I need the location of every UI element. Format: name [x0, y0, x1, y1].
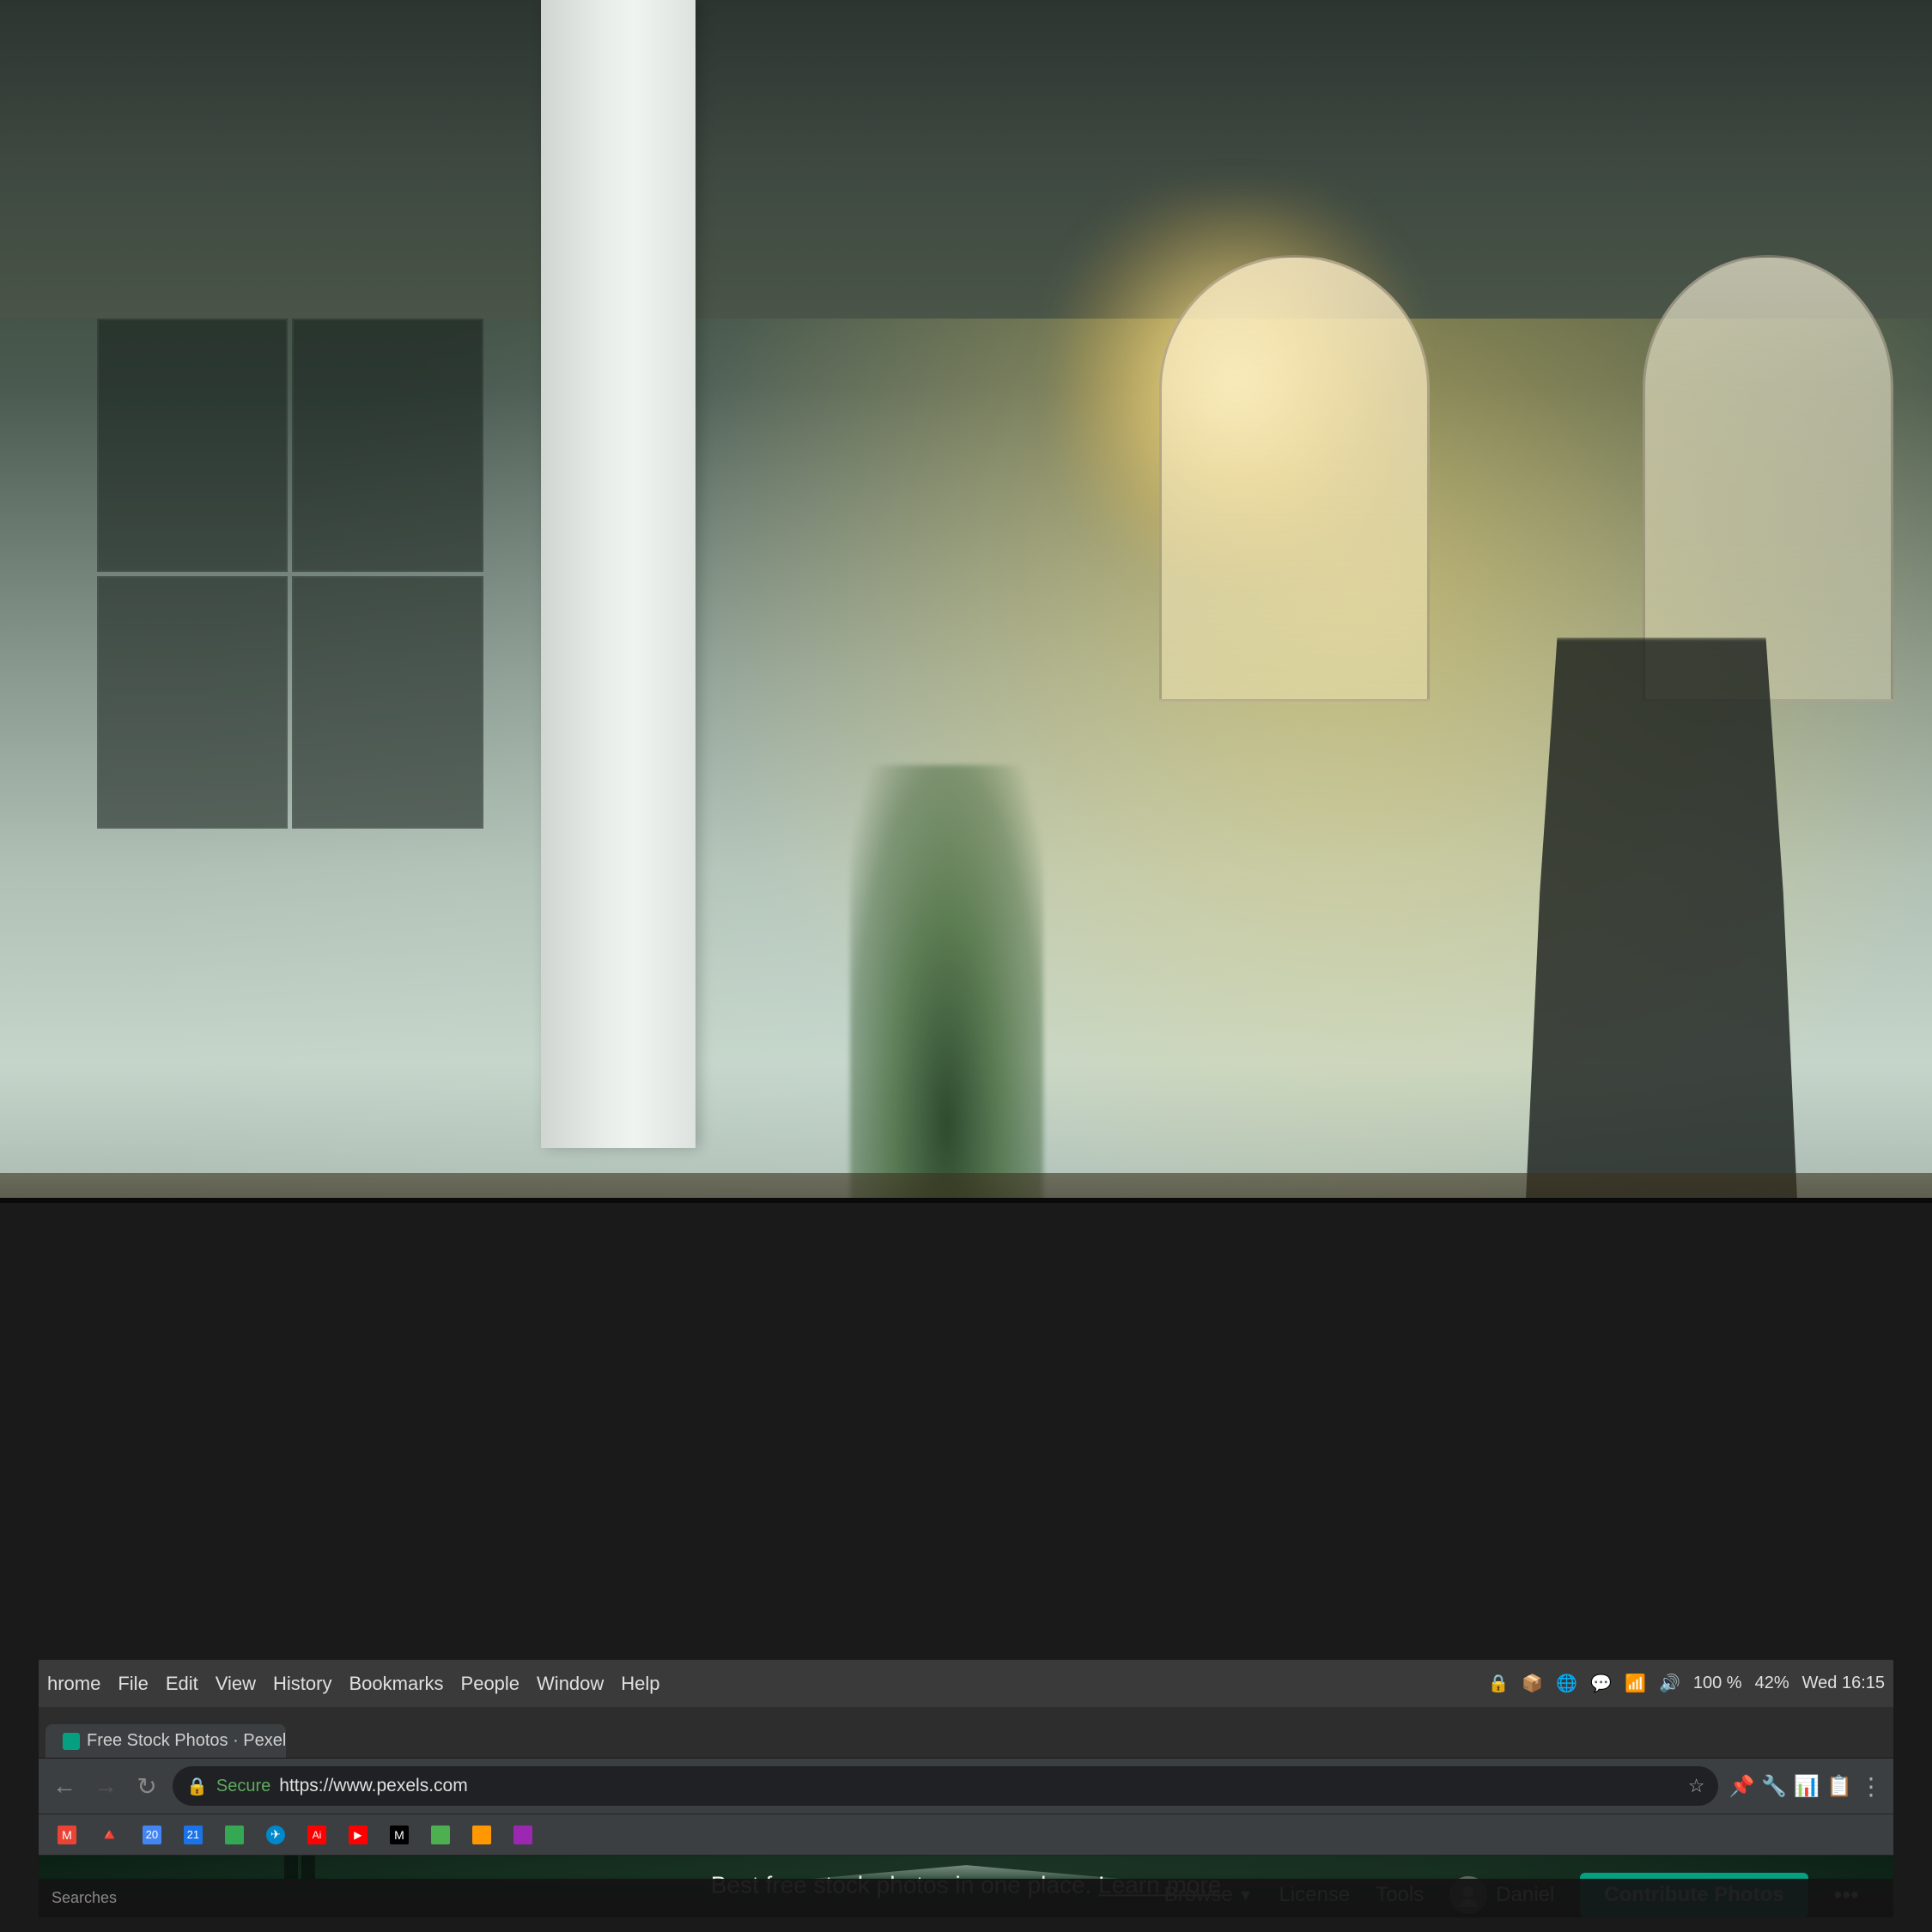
taskbar-label: Searches	[52, 1889, 117, 1907]
wifi-icon: 📶	[1625, 1673, 1646, 1694]
forward-button[interactable]: →	[90, 1772, 121, 1800]
medium-favicon: M	[390, 1826, 409, 1844]
menu-bookmarks[interactable]: Bookmarks	[349, 1673, 443, 1695]
dark-window	[292, 319, 483, 572]
green-favicon	[225, 1826, 244, 1844]
active-tab[interactable]: Free Stock Photos · Pexels ✕	[46, 1724, 286, 1758]
menu-hrome[interactable]: hrome	[47, 1673, 100, 1695]
bookmark-medium[interactable]: M	[381, 1822, 417, 1848]
secure-icon: 🔒	[186, 1776, 208, 1797]
bookmark-extra-1[interactable]	[422, 1822, 459, 1848]
dark-window	[292, 576, 483, 829]
chrome-icon: 🌐	[1556, 1673, 1577, 1694]
battery-percent: 42%	[1755, 1674, 1789, 1693]
menu-help[interactable]: Help	[621, 1673, 659, 1695]
gmail-favicon: M	[58, 1826, 76, 1844]
adobe-favicon: Ai	[307, 1826, 326, 1844]
bookmark-telegram[interactable]: ✈	[258, 1822, 294, 1848]
extension-icon-3[interactable]: 📋	[1826, 1774, 1852, 1799]
tab-favicon	[63, 1733, 80, 1750]
menu-history[interactable]: History	[273, 1673, 331, 1695]
bookmark-cal2[interactable]: 21	[175, 1822, 211, 1848]
ceiling	[0, 0, 1932, 319]
white-column	[541, 0, 696, 1148]
chrome-menu-bar: hrome File Edit View History Bookmarks P…	[39, 1660, 1893, 1707]
more-tools[interactable]: ⋮	[1859, 1772, 1883, 1801]
bookmark-star[interactable]: ☆	[1688, 1775, 1705, 1797]
tab-label: Free Stock Photos · Pexels	[87, 1731, 286, 1751]
bookmark-youtube[interactable]: ▶	[340, 1822, 376, 1848]
browser-statusbar: Searches	[39, 1879, 1893, 1917]
extension-icon-2[interactable]: 📊	[1794, 1774, 1820, 1799]
clock: Wed 16:15	[1802, 1674, 1885, 1693]
bookmarks-bar: M 🔺 20 21 ✈ Ai ▶ M	[39, 1814, 1893, 1856]
dark-window	[97, 576, 289, 829]
dropbox-icon: 📦	[1522, 1673, 1543, 1694]
battery-icon: 🔒	[1487, 1673, 1509, 1694]
browser-toolbar: ← → ↻ 🔒 Secure https://www.pexels.com ☆ …	[39, 1759, 1893, 1814]
address-bar-actions: ☆	[1688, 1775, 1705, 1797]
address-bar[interactable]: 🔒 Secure https://www.pexels.com ☆	[173, 1766, 1718, 1806]
bookmark-green[interactable]	[216, 1822, 252, 1848]
extra-favicon-1	[431, 1826, 450, 1844]
arch-window-2	[1643, 255, 1894, 702]
bookmark-gdrive[interactable]: 🔺	[90, 1820, 129, 1849]
skype-icon: 💬	[1590, 1673, 1612, 1694]
screen-frame: hrome File Edit View History Bookmarks P…	[0, 1198, 1932, 1932]
menu-bar-right: 🔒 📦 🌐 💬 📶 🔊 100 % 42% Wed 16:15	[1487, 1673, 1885, 1694]
pinterest-icon[interactable]: 📌	[1728, 1774, 1754, 1799]
bookmark-extra-2[interactable]	[464, 1822, 500, 1848]
cal-favicon: 20	[143, 1826, 161, 1844]
reload-button[interactable]: ↻	[131, 1772, 162, 1801]
volume-icon: 🔊	[1659, 1673, 1680, 1694]
yt-favicon: ▶	[349, 1826, 368, 1844]
battery-level: 100 %	[1693, 1674, 1742, 1693]
menu-view[interactable]: View	[216, 1673, 256, 1695]
arch-window-1	[1159, 255, 1430, 702]
extra-favicon-3	[513, 1826, 532, 1844]
plant	[850, 765, 1043, 1212]
menu-edit[interactable]: Edit	[166, 1673, 198, 1695]
extra-favicon-2	[472, 1826, 491, 1844]
dark-windows	[97, 319, 483, 829]
url-display: https://www.pexels.com	[279, 1776, 467, 1796]
extension-icon-1[interactable]: 🔧	[1761, 1774, 1787, 1799]
drive-favicon: 🔺	[99, 1824, 120, 1845]
bookmark-extra-3[interactable]	[505, 1822, 541, 1848]
menu-window[interactable]: Window	[537, 1673, 604, 1695]
telegram-favicon: ✈	[266, 1826, 285, 1844]
pexels-logo-title: PEXELS	[224, 1856, 1708, 1861]
tab-bar: Free Stock Photos · Pexels ✕	[39, 1707, 1893, 1759]
screen-content: hrome File Edit View History Bookmarks P…	[39, 1660, 1893, 1917]
secure-label: Secure	[216, 1777, 270, 1796]
bookmark-gmail[interactable]: M	[49, 1822, 85, 1848]
bookmark-cal1[interactable]: 20	[134, 1822, 170, 1848]
toolbar-right-icons: 📌 🔧 📊 📋 ⋮	[1728, 1772, 1883, 1801]
cal2-favicon: 21	[184, 1826, 203, 1844]
bookmark-adobe[interactable]: Ai	[299, 1822, 335, 1848]
office-scene	[0, 0, 1932, 1275]
menu-file[interactable]: File	[118, 1673, 148, 1695]
dark-window	[97, 319, 289, 572]
back-button[interactable]: ←	[49, 1772, 80, 1800]
menu-people[interactable]: People	[461, 1673, 520, 1695]
